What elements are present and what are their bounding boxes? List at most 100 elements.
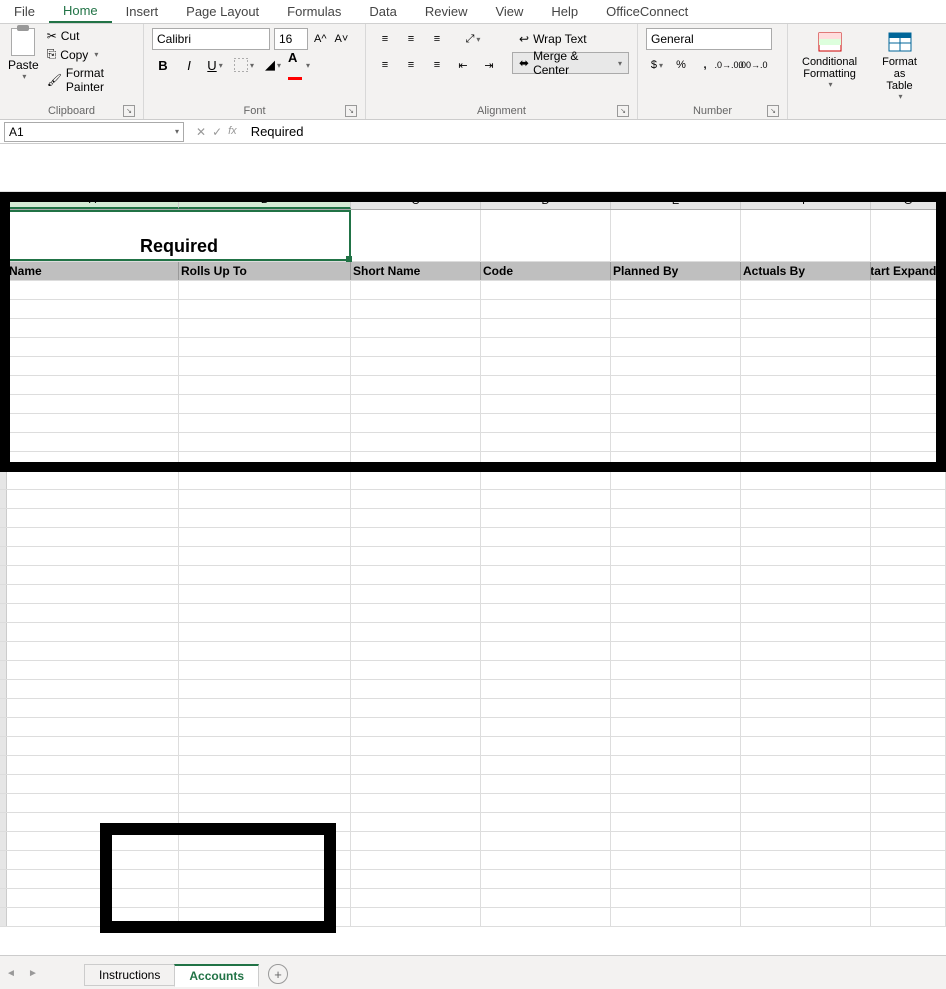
cell[interactable] xyxy=(179,490,351,508)
cell[interactable] xyxy=(611,832,741,850)
cell[interactable] xyxy=(611,680,741,698)
cell[interactable] xyxy=(7,737,179,755)
cell[interactable] xyxy=(351,319,481,337)
cell[interactable] xyxy=(611,452,741,470)
cell[interactable] xyxy=(871,851,946,869)
cancel-formula-button[interactable]: ✕ xyxy=(196,125,206,139)
cell[interactable] xyxy=(351,718,481,736)
cell[interactable] xyxy=(481,642,611,660)
header-code[interactable]: Code xyxy=(481,262,611,280)
cell[interactable] xyxy=(741,338,871,356)
cell[interactable] xyxy=(481,794,611,812)
cell[interactable] xyxy=(179,528,351,546)
row-header[interactable] xyxy=(0,357,7,375)
cell[interactable] xyxy=(611,699,741,717)
cell[interactable] xyxy=(179,357,351,375)
cell[interactable] xyxy=(481,547,611,565)
cell[interactable] xyxy=(351,585,481,603)
cell[interactable] xyxy=(871,870,946,888)
cell[interactable] xyxy=(481,870,611,888)
cell[interactable] xyxy=(741,452,871,470)
row-header[interactable] xyxy=(0,889,7,907)
cell[interactable] xyxy=(7,699,179,717)
cell[interactable] xyxy=(611,300,741,318)
cell[interactable] xyxy=(871,642,946,660)
cell[interactable] xyxy=(179,547,351,565)
cell[interactable] xyxy=(481,604,611,622)
cell[interactable] xyxy=(871,281,946,299)
cell[interactable] xyxy=(481,623,611,641)
tab-insert[interactable]: Insert xyxy=(112,0,173,23)
cell[interactable] xyxy=(179,832,351,850)
cell[interactable] xyxy=(871,395,946,413)
cell[interactable] xyxy=(351,357,481,375)
cell[interactable] xyxy=(481,490,611,508)
row-header[interactable] xyxy=(0,566,7,584)
cell[interactable] xyxy=(481,680,611,698)
cell[interactable] xyxy=(481,718,611,736)
cell[interactable] xyxy=(179,642,351,660)
tab-review[interactable]: Review xyxy=(411,0,482,23)
sheet-nav-prev[interactable]: ◄ xyxy=(2,964,20,982)
cell[interactable] xyxy=(351,813,481,831)
cell[interactable] xyxy=(741,210,871,261)
header-start-expanded[interactable]: Start Expande xyxy=(871,262,946,280)
row-header[interactable] xyxy=(0,756,7,774)
cell[interactable] xyxy=(871,566,946,584)
cell[interactable] xyxy=(351,566,481,584)
cell[interactable] xyxy=(611,490,741,508)
cell[interactable] xyxy=(871,889,946,907)
font-color-button[interactable]: A▾ xyxy=(288,54,310,76)
cell[interactable] xyxy=(351,414,481,432)
cell[interactable] xyxy=(7,775,179,793)
cell[interactable] xyxy=(611,794,741,812)
col-header-g[interactable]: G xyxy=(871,192,946,209)
cell[interactable] xyxy=(7,566,179,584)
cell[interactable] xyxy=(7,414,179,432)
cell[interactable] xyxy=(871,794,946,812)
cell[interactable] xyxy=(481,737,611,755)
cell[interactable] xyxy=(481,433,611,451)
cell[interactable] xyxy=(481,395,611,413)
row-header[interactable] xyxy=(0,870,7,888)
cell[interactable] xyxy=(351,623,481,641)
conditional-formatting-button[interactable]: Conditional Formatting▾ xyxy=(796,28,863,91)
cell[interactable] xyxy=(7,604,179,622)
cell[interactable] xyxy=(481,585,611,603)
alignment-dialog-launcher[interactable]: ↘ xyxy=(617,105,629,117)
cell[interactable] xyxy=(351,471,481,489)
cell[interactable] xyxy=(7,585,179,603)
row-header[interactable] xyxy=(0,718,7,736)
cell[interactable] xyxy=(611,623,741,641)
cell[interactable] xyxy=(871,737,946,755)
row-header[interactable] xyxy=(0,433,7,451)
row-header[interactable] xyxy=(0,210,7,261)
row-header[interactable] xyxy=(0,414,7,432)
cell[interactable] xyxy=(179,813,351,831)
underline-button[interactable]: U▾ xyxy=(204,54,226,76)
cell[interactable] xyxy=(179,699,351,717)
cell[interactable] xyxy=(741,718,871,736)
cell[interactable] xyxy=(741,395,871,413)
cell[interactable] xyxy=(611,319,741,337)
cell[interactable] xyxy=(871,775,946,793)
format-painter-button[interactable]: 🖌 Format Painter xyxy=(45,65,135,95)
tab-view[interactable]: View xyxy=(481,0,537,23)
cell[interactable] xyxy=(611,376,741,394)
cell[interactable] xyxy=(351,775,481,793)
cell[interactable] xyxy=(741,642,871,660)
decrease-decimal-button[interactable]: .00→.0 xyxy=(742,54,764,76)
cell[interactable] xyxy=(481,566,611,584)
cell[interactable] xyxy=(351,870,481,888)
cell[interactable] xyxy=(351,794,481,812)
cell[interactable] xyxy=(7,889,179,907)
cell[interactable] xyxy=(179,737,351,755)
cell[interactable] xyxy=(871,604,946,622)
row-header[interactable] xyxy=(0,604,7,622)
cell[interactable] xyxy=(179,851,351,869)
cell[interactable] xyxy=(871,414,946,432)
tab-help[interactable]: Help xyxy=(537,0,592,23)
cell[interactable] xyxy=(179,889,351,907)
cell[interactable] xyxy=(481,509,611,527)
font-size-select[interactable] xyxy=(274,28,308,50)
